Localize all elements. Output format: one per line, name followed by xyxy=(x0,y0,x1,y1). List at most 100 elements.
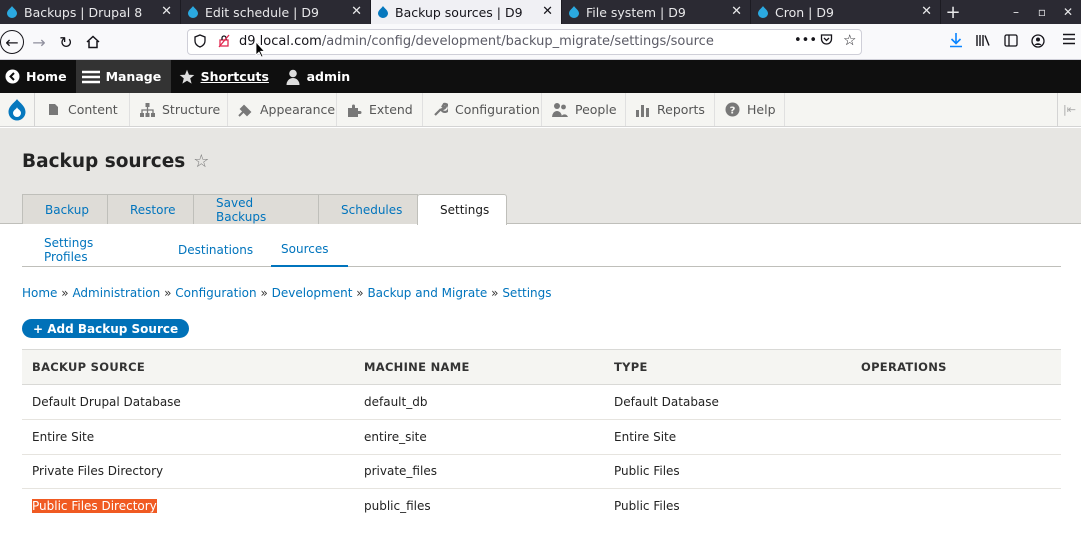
toolbar-user[interactable]: admin xyxy=(275,60,360,93)
mouse-cursor-icon xyxy=(255,41,266,58)
close-tab-icon[interactable]: ✕ xyxy=(542,4,553,19)
tab-sources[interactable]: Sources xyxy=(271,233,348,267)
close-tab-icon[interactable]: ✕ xyxy=(731,4,742,19)
url-text[interactable]: d9.local.com/admin/config/development/ba… xyxy=(239,34,714,49)
drupal-favicon-icon xyxy=(7,6,17,18)
back-circle-icon xyxy=(4,69,20,85)
url-bar[interactable]: d9.local.com/admin/config/development/ba… xyxy=(187,29,862,55)
page-title: Backup sources ☆ xyxy=(22,151,209,172)
new-tab-button[interactable]: + xyxy=(941,0,965,24)
close-tab-icon[interactable]: ✕ xyxy=(921,4,932,19)
content-icon xyxy=(45,102,61,118)
tab-saved-backups[interactable]: Saved Backups xyxy=(193,194,319,224)
hamburger-menu-icon[interactable] xyxy=(1062,33,1076,49)
collapse-tray-icon[interactable]: |⇤ xyxy=(1057,93,1081,126)
tab-settings[interactable]: Settings xyxy=(417,194,507,225)
browser-tab[interactable]: File system | D9 ✕ xyxy=(562,0,751,24)
breadcrumb-link-configuration[interactable]: Configuration xyxy=(175,286,256,300)
admin-menu-tray: Content Structure Appearance Extend Conf… xyxy=(0,93,1081,127)
breadcrumb: Home » Administration » Configuration » … xyxy=(22,286,552,300)
pocket-icon[interactable] xyxy=(820,33,833,50)
people-icon xyxy=(552,102,568,118)
menu-item-content[interactable]: Content xyxy=(35,93,130,126)
cell-type: Default Database xyxy=(604,384,851,420)
browser-tab-active[interactable]: Backup sources | D9 ✕ xyxy=(371,0,562,24)
breadcrumb-link-settings[interactable]: Settings xyxy=(502,286,551,300)
tab-settings-profiles[interactable]: Settings Profiles xyxy=(22,233,156,267)
cell-operations xyxy=(851,419,1061,455)
library-icon[interactable] xyxy=(976,34,991,51)
cell-operations xyxy=(851,384,1061,420)
cell-operations xyxy=(851,454,1061,490)
maximize-icon[interactable]: ▫ xyxy=(1029,0,1055,24)
back-arrow-icon[interactable]: ← xyxy=(0,30,24,54)
extend-icon xyxy=(347,102,362,118)
browser-tab-title: Backup sources | D9 xyxy=(395,4,523,20)
browser-tab-title: Backups | Drupal 8 xyxy=(24,4,143,20)
url-host: d9.local.com xyxy=(239,34,322,49)
menu-item-label: People xyxy=(575,102,617,117)
sidebar-icon[interactable] xyxy=(1004,34,1018,51)
menu-item-reports[interactable]: Reports xyxy=(626,93,715,126)
browser-tab-title: Edit schedule | D9 xyxy=(205,4,319,20)
breadcrumb-link-administration[interactable]: Administration xyxy=(72,286,160,300)
home-icon[interactable] xyxy=(81,30,105,54)
breadcrumb-link-development[interactable]: Development xyxy=(272,286,353,300)
close-tab-icon[interactable]: ✕ xyxy=(161,4,172,19)
browser-tab-strip: Backups | Drupal 8 ✕ Edit schedule | D9 … xyxy=(0,0,1081,24)
menu-item-label: Extend xyxy=(369,102,413,117)
download-icon[interactable] xyxy=(949,32,963,52)
shield-icon[interactable] xyxy=(194,34,206,52)
close-window-icon[interactable]: ✕ xyxy=(1055,0,1081,24)
toolbar-home-label: Home xyxy=(26,69,67,84)
menu-item-structure[interactable]: Structure xyxy=(130,93,228,126)
bookmark-star-icon[interactable]: ☆ xyxy=(843,31,856,49)
tab-restore[interactable]: Restore xyxy=(107,194,194,224)
insecure-lock-icon[interactable] xyxy=(218,34,230,52)
column-header-machine-name[interactable]: MACHINE NAME xyxy=(354,349,604,385)
tab-backup[interactable]: Backup xyxy=(22,194,108,224)
column-header-backup-source[interactable]: BACKUP SOURCE xyxy=(22,349,354,385)
breadcrumb-link-home[interactable]: Home xyxy=(22,286,57,300)
drupal-logo-icon[interactable] xyxy=(0,93,35,126)
breadcrumb-link-backup-and-migrate[interactable]: Backup and Migrate xyxy=(367,286,487,300)
column-header-operations: OPERATIONS xyxy=(851,349,1061,385)
browser-tab[interactable]: Backups | Drupal 8 ✕ xyxy=(0,0,181,24)
column-header-type[interactable]: TYPE xyxy=(604,349,851,385)
drupal-admin-toolbar: Home Manage Shortcuts admin xyxy=(0,60,1081,93)
menu-item-label: Reports xyxy=(657,102,705,117)
menu-item-extend[interactable]: Extend xyxy=(337,93,423,126)
menu-item-label: Appearance xyxy=(260,102,336,117)
minimize-icon[interactable]: – xyxy=(1003,0,1029,24)
menu-item-label: Configuration xyxy=(455,102,540,117)
menu-item-configuration[interactable]: Configuration xyxy=(423,93,542,126)
add-backup-source-button[interactable]: + Add Backup Source xyxy=(22,319,190,338)
star-icon xyxy=(179,69,195,85)
toolbar-manage[interactable]: Manage xyxy=(75,60,171,93)
browser-tab[interactable]: Edit schedule | D9 ✕ xyxy=(181,0,371,24)
breadcrumb-separator: » xyxy=(356,286,364,300)
cell-backup-source: Public Files Directory xyxy=(22,489,354,524)
menu-item-label: Structure xyxy=(162,102,221,117)
reload-icon[interactable]: ↻ xyxy=(54,30,78,54)
svg-text:?: ? xyxy=(730,106,736,117)
drupal-favicon-icon xyxy=(378,6,388,18)
cell-machine-name: private_files xyxy=(354,454,604,490)
cell-backup-source: Private Files Directory xyxy=(22,454,354,490)
toolbar-shortcuts[interactable]: Shortcuts xyxy=(171,60,275,93)
page-actions-icon[interactable]: ••• xyxy=(794,33,817,48)
close-tab-icon[interactable]: ✕ xyxy=(351,4,362,19)
appearance-icon xyxy=(238,102,253,118)
tab-schedules[interactable]: Schedules xyxy=(318,194,418,224)
menu-item-people[interactable]: People xyxy=(542,93,626,126)
tab-destinations[interactable]: Destinations xyxy=(156,233,271,267)
menu-item-appearance[interactable]: Appearance xyxy=(228,93,337,126)
account-icon[interactable] xyxy=(1031,34,1045,52)
toolbar-home[interactable]: Home xyxy=(0,60,76,93)
shortcut-star-icon[interactable]: ☆ xyxy=(193,151,209,172)
cell-operations xyxy=(851,489,1061,524)
forward-arrow-icon[interactable]: → xyxy=(27,30,51,54)
browser-tab[interactable]: Cron | D9 ✕ xyxy=(751,0,941,24)
hamburger-icon xyxy=(81,69,100,85)
menu-item-help[interactable]: ? Help xyxy=(715,93,785,126)
